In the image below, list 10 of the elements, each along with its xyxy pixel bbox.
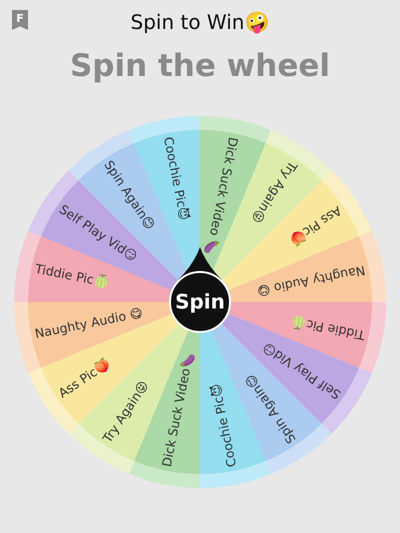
segment-label: Tiddie Pic🍈	[34, 260, 111, 290]
segment-label: Naughty Audio 😋	[34, 304, 144, 342]
segment-label: Coochie Pic😈	[160, 136, 192, 222]
heading: Spin the wheel	[70, 48, 330, 86]
segment-label: Coochie Pic😈	[208, 382, 240, 468]
segment-label: Dick Suck Video🍆	[158, 351, 196, 468]
page-title: Spin to Win🤪	[130, 10, 270, 34]
segment-label: Naughty Audio 😋	[256, 262, 366, 300]
segment-label: Tiddie Pic🍈	[289, 314, 366, 344]
bookmark-icon[interactable]: F	[12, 10, 28, 30]
